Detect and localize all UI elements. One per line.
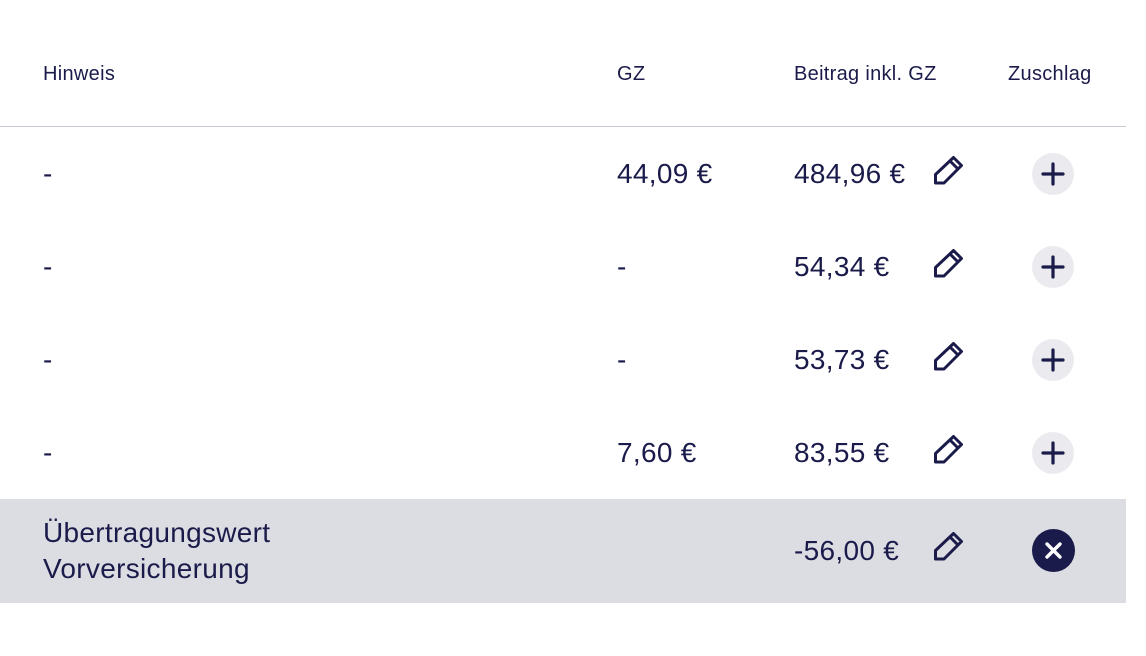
hinweis-line-2: Vorversicherung bbox=[43, 553, 250, 584]
edit-beitrag-button[interactable] bbox=[931, 152, 967, 188]
table-row: - - 53,73 € bbox=[0, 313, 1126, 406]
add-zuschlag-button[interactable] bbox=[1032, 246, 1074, 288]
hinweis-cell: - bbox=[43, 344, 53, 375]
table-row: - 44,09 € 484,96 € bbox=[0, 127, 1126, 220]
edit-beitrag-button[interactable] bbox=[931, 528, 967, 564]
gz-cell: 7,60 € bbox=[617, 437, 697, 468]
beitrag-cell: 484,96 € bbox=[794, 158, 906, 189]
edit-beitrag-button[interactable] bbox=[931, 431, 967, 467]
column-header-hinweis: Hinweis bbox=[43, 63, 116, 85]
column-header-beitrag: Beitrag inkl. GZ bbox=[794, 63, 937, 85]
pencil-icon bbox=[934, 532, 963, 561]
gz-cell: - bbox=[617, 251, 627, 282]
hinweis-cell: - bbox=[43, 251, 53, 282]
beitrag-cell: -56,00 € bbox=[794, 535, 900, 566]
table-row: - 7,60 € 83,55 € bbox=[0, 406, 1126, 499]
pencil-icon bbox=[934, 156, 963, 185]
add-zuschlag-button[interactable] bbox=[1032, 153, 1074, 195]
beitrag-cell: 83,55 € bbox=[794, 437, 890, 468]
table-row: - - 54,34 € bbox=[0, 220, 1126, 313]
plus-icon bbox=[1041, 441, 1065, 465]
beitrag-cell: 54,34 € bbox=[794, 251, 890, 282]
close-icon bbox=[1045, 542, 1062, 559]
gz-cell: 44,09 € bbox=[617, 158, 713, 189]
gz-cell: - bbox=[617, 344, 627, 375]
beitrag-cell: 53,73 € bbox=[794, 344, 890, 375]
pencil-icon bbox=[934, 342, 963, 371]
pencil-icon bbox=[934, 249, 963, 278]
remove-zuschlag-button[interactable] bbox=[1032, 529, 1075, 572]
pencil-icon bbox=[934, 435, 963, 464]
edit-beitrag-button[interactable] bbox=[931, 338, 967, 374]
hinweis-cell: - bbox=[43, 437, 53, 468]
table-header: Hinweis GZ Beitrag inkl. GZ Zuschlag bbox=[0, 0, 1126, 127]
premium-table: Hinweis GZ Beitrag inkl. GZ Zuschlag - 4… bbox=[0, 0, 1126, 603]
hinweis-cell: - bbox=[43, 158, 53, 189]
add-zuschlag-button[interactable] bbox=[1032, 432, 1074, 474]
table-row-vorversicherung: Übertragungswert Vorversicherung -56,00 … bbox=[0, 499, 1126, 603]
hinweis-line-1: Übertragungswert bbox=[43, 517, 271, 548]
column-header-zuschlag: Zuschlag bbox=[1008, 63, 1092, 85]
plus-icon bbox=[1041, 348, 1065, 372]
column-header-gz: GZ bbox=[617, 63, 646, 85]
hinweis-cell: Übertragungswert Vorversicherung bbox=[43, 515, 270, 587]
plus-icon bbox=[1041, 162, 1065, 186]
plus-icon bbox=[1041, 255, 1065, 279]
add-zuschlag-button[interactable] bbox=[1032, 339, 1074, 381]
edit-beitrag-button[interactable] bbox=[931, 245, 967, 281]
